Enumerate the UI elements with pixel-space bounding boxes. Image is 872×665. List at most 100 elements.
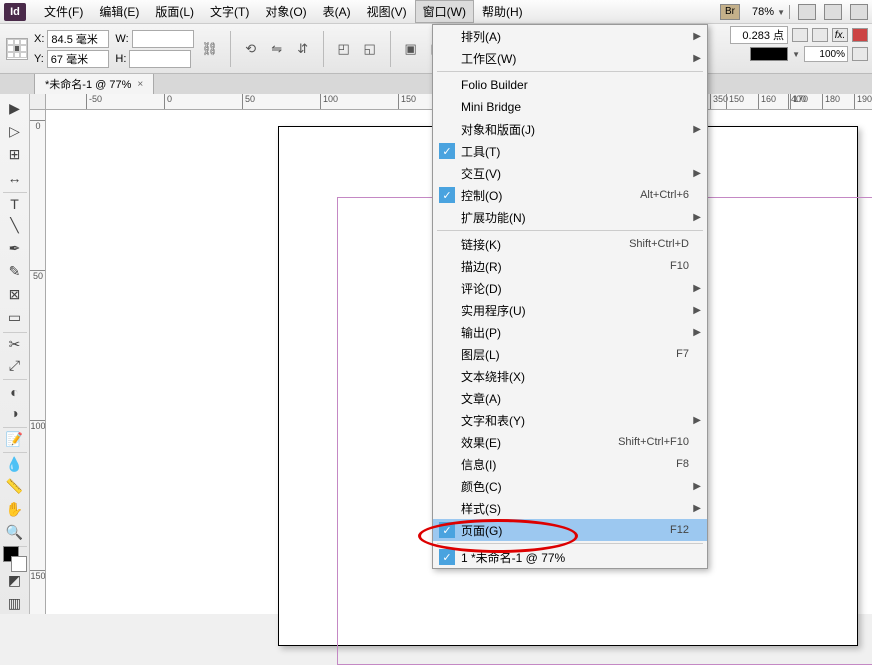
menu-item[interactable]: Mini Bridge	[433, 96, 707, 118]
selection-tool[interactable]: ▶	[3, 98, 27, 120]
menu-item-label: 交互(V)	[461, 165, 501, 182]
gradient-feather-tool[interactable]: ◑	[3, 402, 27, 424]
menu-item[interactable]: 效果(E)Shift+Ctrl+F10	[433, 431, 707, 453]
menu-item[interactable]: 信息(I)F8	[433, 453, 707, 475]
drop-shadow-icon[interactable]	[812, 28, 828, 42]
menu-item[interactable]: 排列(A)▶	[433, 25, 707, 47]
rectangle-frame-tool[interactable]: ⊠	[3, 284, 27, 306]
view-options-icon[interactable]	[850, 4, 868, 20]
menu-item[interactable]: 文章(A)	[433, 387, 707, 409]
menu-item[interactable]: 扩展功能(N)▶	[433, 206, 707, 228]
menu-item[interactable]: 评论(D)▶	[433, 277, 707, 299]
select-container-icon[interactable]: ◰	[334, 39, 354, 59]
menu-item[interactable]: ✓ 1 *未命名-1 @ 77%	[433, 546, 707, 568]
hand-tool[interactable]: ✋	[3, 498, 27, 520]
free-transform-tool[interactable]: ⤢	[3, 354, 27, 376]
flip-h-icon[interactable]: ⇋	[267, 39, 287, 59]
menu-object[interactable]: 对象(O)	[257, 0, 314, 23]
menu-item-shortcut: Shift+Ctrl+F10	[618, 436, 689, 448]
menu-table[interactable]: 表(A)	[315, 0, 359, 23]
menu-item[interactable]: 颜色(C)▶	[433, 475, 707, 497]
document-tab[interactable]: *未命名-1 @ 77% ×	[34, 73, 154, 94]
menu-item[interactable]: 输出(P)▶	[433, 321, 707, 343]
menu-item-label: 样式(S)	[461, 500, 501, 517]
reference-point[interactable]	[6, 38, 28, 60]
zoom-display[interactable]: 78% ▼	[748, 5, 790, 19]
check-icon: ✓	[439, 549, 455, 565]
menu-item-label: 1 *未命名-1 @ 77%	[461, 549, 565, 566]
menu-item[interactable]: 文本绕排(X)	[433, 365, 707, 387]
gradient-swatch-tool[interactable]: ◐	[3, 379, 27, 401]
menu-window[interactable]: 窗口(W)	[415, 0, 474, 23]
menu-type[interactable]: 文字(T)	[202, 0, 257, 23]
arrange-docs-icon[interactable]	[824, 4, 842, 20]
measure-tool[interactable]: 📏	[3, 475, 27, 497]
page-tool[interactable]: ⊞	[3, 144, 27, 166]
menu-item[interactable]: ✓控制(O)Alt+Ctrl+6	[433, 184, 707, 206]
rectangle-tool[interactable]: ▭	[3, 307, 27, 329]
menu-help[interactable]: 帮助(H)	[474, 0, 531, 23]
warning-icon[interactable]	[852, 28, 868, 42]
menu-edit[interactable]: 编辑(E)	[91, 0, 147, 23]
rotate-icon[interactable]: ⟲	[241, 39, 261, 59]
ruler-origin[interactable]	[30, 94, 46, 110]
chevron-right-icon: ▶	[693, 481, 701, 492]
misc-icon[interactable]	[852, 47, 868, 61]
menu-item[interactable]: ✓页面(G)F12	[433, 519, 707, 541]
menu-item[interactable]: 描边(R)F10	[433, 255, 707, 277]
fit-frame-icon[interactable]: ▣	[401, 39, 421, 59]
y-label: Y:	[34, 53, 44, 65]
menu-item[interactable]: 实用程序(U)▶	[433, 299, 707, 321]
pen-tool[interactable]: ✒	[3, 238, 27, 260]
opacity-input[interactable]	[804, 46, 848, 62]
menu-item[interactable]: 文字和表(Y)▶	[433, 409, 707, 431]
constrain-icon[interactable]: ⛓	[200, 39, 220, 59]
menu-item-shortcut: Shift+Ctrl+D	[629, 238, 689, 250]
menu-view[interactable]: 视图(V)	[359, 0, 415, 23]
menu-item-label: 页面(G)	[461, 522, 502, 539]
menu-item[interactable]: 工作区(W)▶	[433, 47, 707, 69]
view-mode-icon[interactable]: ▥	[3, 592, 27, 614]
note-tool[interactable]: 📝	[3, 427, 27, 449]
gap-tool[interactable]: ↔	[3, 167, 27, 189]
x-input[interactable]	[47, 30, 109, 48]
w-input[interactable]	[132, 30, 194, 48]
effects-icon[interactable]	[792, 28, 808, 42]
screen-mode-icon[interactable]	[798, 4, 816, 20]
chevron-right-icon: ▶	[693, 283, 701, 294]
fill-stroke-swap[interactable]	[3, 546, 27, 568]
select-content-icon[interactable]: ◱	[360, 39, 380, 59]
menu-file[interactable]: 文件(F)	[36, 0, 91, 23]
menu-item-label: 信息(I)	[461, 456, 496, 473]
y-input[interactable]	[47, 50, 109, 68]
menu-item-label: 扩展功能(N)	[461, 209, 526, 226]
line-tool[interactable]: ╲	[3, 215, 27, 237]
close-icon[interactable]: ×	[137, 79, 143, 90]
menu-item[interactable]: 交互(V)▶	[433, 162, 707, 184]
chevron-right-icon: ▶	[693, 53, 701, 64]
fx-icon[interactable]: fx.	[832, 28, 848, 42]
eyedropper-tool[interactable]: 💧	[3, 452, 27, 474]
ruler-vertical[interactable]: 050100150	[30, 110, 46, 614]
menubar: Id 文件(F) 编辑(E) 版面(L) 文字(T) 对象(O) 表(A) 视图…	[0, 0, 872, 24]
direct-selection-tool[interactable]: ▷	[3, 121, 27, 143]
menu-item[interactable]: Folio Builder	[433, 74, 707, 96]
menu-layout[interactable]: 版面(L)	[147, 0, 202, 23]
apply-color-icon[interactable]: ◩	[3, 569, 27, 591]
menu-item-label: 图层(L)	[461, 346, 500, 363]
menu-item[interactable]: 样式(S)▶	[433, 497, 707, 519]
scissors-tool[interactable]: ✂	[3, 332, 27, 354]
h-input[interactable]	[129, 50, 191, 68]
type-tool[interactable]: T	[3, 192, 27, 214]
menu-item[interactable]: 对象和版面(J)▶	[433, 118, 707, 140]
menu-item[interactable]: 链接(K)Shift+Ctrl+D	[433, 233, 707, 255]
bridge-icon[interactable]: Br	[720, 4, 740, 20]
menu-item[interactable]: 图层(L)F7	[433, 343, 707, 365]
stroke-style-swatch[interactable]	[750, 47, 788, 61]
flip-v-icon[interactable]: ⇵	[293, 39, 313, 59]
zoom-tool[interactable]: 🔍	[3, 521, 27, 543]
pencil-tool[interactable]: ✎	[3, 261, 27, 283]
menu-item[interactable]: ✓工具(T)	[433, 140, 707, 162]
x-label: X:	[34, 33, 44, 45]
stroke-weight-input[interactable]	[730, 26, 788, 44]
